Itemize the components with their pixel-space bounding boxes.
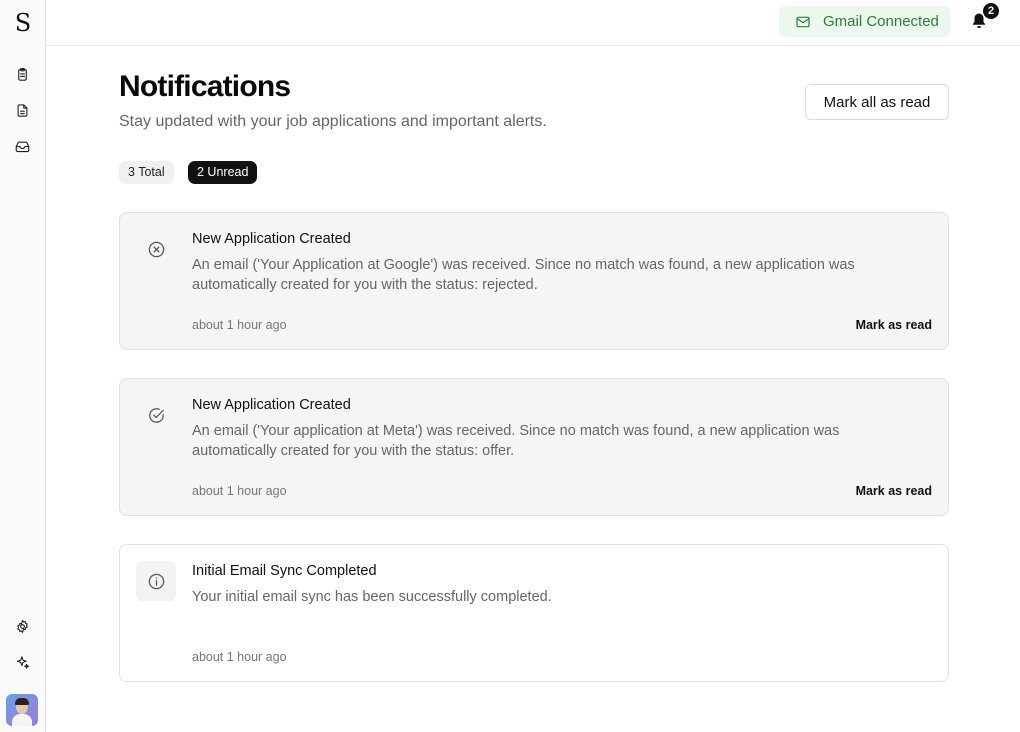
mark-as-read-button[interactable]: Mark as read	[856, 484, 932, 498]
app-logo[interactable]: S	[11, 10, 35, 36]
unread-count-badge: 2 Unread	[188, 161, 258, 184]
page-title: Notifications	[119, 70, 291, 103]
sparkles-icon	[16, 655, 29, 669]
notification-icon	[136, 229, 176, 269]
document-icon	[17, 103, 27, 117]
mail-icon	[796, 16, 810, 27]
notification-body: An email ('Your application at Meta') wa…	[192, 423, 840, 459]
notification-icon	[136, 561, 176, 601]
notification-title: Initial Email Sync Completed	[192, 563, 377, 579]
gmail-status-label: Gmail Connected	[823, 13, 939, 30]
avatar[interactable]	[6, 694, 38, 726]
sidebar: S	[0, 0, 46, 732]
clipboard-icon	[17, 67, 27, 81]
gear-icon	[16, 619, 28, 633]
notification-card[interactable]: New Application Created An email ('Your …	[119, 212, 949, 350]
notification-body: An email ('Your Application at Google') …	[192, 257, 855, 293]
notification-title: New Application Created	[192, 231, 351, 247]
notification-body: Your initial email sync has been success…	[192, 589, 552, 605]
sidebar-item-inbox[interactable]	[13, 137, 31, 155]
mark-all-as-read-button[interactable]: Mark all as read	[805, 84, 949, 120]
mark-as-read-button[interactable]: Mark as read	[856, 318, 932, 332]
inbox-icon	[15, 141, 29, 152]
notification-time: about 1 hour ago	[192, 484, 287, 498]
sidebar-item-settings[interactable]	[13, 617, 31, 635]
notification-icon	[136, 395, 176, 435]
x-circle-icon	[148, 241, 164, 257]
total-count-badge: 3 Total	[119, 161, 174, 184]
notification-count-badge: 2	[983, 3, 999, 19]
sidebar-item-applications[interactable]	[13, 65, 31, 83]
notification-card[interactable]: New Application Created An email ('Your …	[119, 378, 949, 516]
check-circle-icon	[148, 407, 164, 423]
sidebar-item-documents[interactable]	[13, 101, 31, 119]
top-bar: Gmail Connected 2	[46, 0, 1020, 46]
notification-title: New Application Created	[192, 397, 351, 413]
info-icon	[148, 573, 164, 589]
notification-time: about 1 hour ago	[192, 318, 287, 332]
notification-card[interactable]: Initial Email Sync Completed Your initia…	[119, 544, 949, 682]
page-subtitle: Stay updated with your job applications …	[119, 113, 547, 130]
gmail-status-badge[interactable]: Gmail Connected	[779, 6, 950, 37]
sidebar-item-ai[interactable]	[13, 653, 31, 671]
notification-time: about 1 hour ago	[192, 650, 287, 664]
